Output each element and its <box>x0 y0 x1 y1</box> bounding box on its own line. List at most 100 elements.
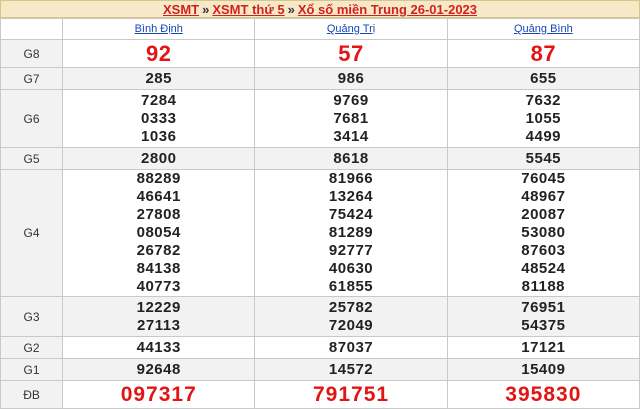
prize-row: G4 88289 46641 27808 08054 26782 84138 40773 819… <box>0 169 640 297</box>
prize-number: 81289 <box>328 224 374 241</box>
breadcrumb: XSMT» XSMT thứ 5» Xổ số miền Trung 26-01-2… <box>0 0 640 18</box>
prize-number: 1036 <box>141 127 177 145</box>
prize-number: 72049 <box>328 316 374 334</box>
prize-number: 986 <box>337 69 365 87</box>
prize-number: 08054 <box>136 224 181 241</box>
prize-cell: 17121 <box>446 336 640 359</box>
prize-cell: 44133 <box>62 336 256 359</box>
prize-number: 84138 <box>136 260 181 277</box>
province-link-quang-binh[interactable]: Quảng Bình <box>514 23 573 35</box>
prize-number: 92 <box>146 40 172 66</box>
province-link-quang-tri[interactable]: Quảng Trị <box>327 23 375 35</box>
prize-cell: 88289 46641 27808 08054 26782 84138 40773 <box>62 169 256 297</box>
prize-number: 81966 <box>328 170 374 187</box>
prize-cell: 8618 <box>254 147 448 170</box>
prize-cell: 57 <box>254 39 448 68</box>
prize-label: G4 <box>0 169 64 297</box>
prize-row: G7 285 986 655 <box>0 67 640 90</box>
results-table: Bình Định Quảng Trị Quảng Bình G8 92 57 87 G… <box>0 18 640 409</box>
prize-number: 53080 <box>521 224 566 241</box>
prize-table-body: G8 92 57 87 G7 285 986 655 G6 7284 0333 1036 9769 768… <box>0 39 640 409</box>
prize-number: 61855 <box>328 278 374 295</box>
breadcrumb-separator: » <box>287 2 295 17</box>
prize-number: 46641 <box>136 188 181 205</box>
prize-label: G3 <box>0 296 64 337</box>
prize-label: G1 <box>0 358 64 381</box>
prize-cell: 395830 <box>446 380 640 409</box>
prize-cell: 285 <box>62 67 256 90</box>
prize-row: G3 12229 27113 25782 72049 76951 54375 <box>0 296 640 337</box>
header-blank <box>0 18 64 40</box>
prize-row: G5 2800 8618 5545 <box>0 147 640 170</box>
prize-cell: 9769 7681 3414 <box>254 89 448 148</box>
breadcrumb-link-xsmt[interactable]: XSMT <box>163 2 199 17</box>
prize-number: 395830 <box>505 382 582 406</box>
prize-cell: 76045 48967 20087 53080 87603 48524 81188 <box>446 169 640 297</box>
breadcrumb-link-date[interactable]: Xổ số miền Trung 26-01-2023 <box>298 2 477 17</box>
prize-number: 76951 <box>521 298 566 316</box>
prize-number: 285 <box>145 69 172 87</box>
prize-cell: 92648 <box>62 358 256 381</box>
prize-cell: 2800 <box>62 147 256 170</box>
prize-number: 4499 <box>525 127 562 145</box>
province-header-row: Bình Định Quảng Trị Quảng Bình <box>0 18 640 40</box>
prize-cell: 87 <box>446 39 640 68</box>
prize-cell: 92 <box>62 39 256 68</box>
prize-label: G6 <box>0 89 64 148</box>
prize-row: G2 44133 87037 17121 <box>0 336 640 359</box>
prize-cell: 87037 <box>254 336 448 359</box>
prize-number: 097317 <box>120 382 197 406</box>
prize-number: 40630 <box>328 260 374 277</box>
prize-number: 13264 <box>328 188 374 205</box>
prize-number: 26782 <box>136 242 181 259</box>
prize-cell: 5545 <box>446 147 640 170</box>
prize-cell: 097317 <box>62 380 256 409</box>
breadcrumb-link-xsmt-thu-5[interactable]: XSMT thứ 5 <box>212 2 284 17</box>
prize-number: 54375 <box>521 316 566 334</box>
prize-cell: 7284 0333 1036 <box>62 89 256 148</box>
prize-number: 27808 <box>136 206 181 223</box>
prize-number: 7681 <box>333 109 369 127</box>
province-link-binh-dinh[interactable]: Bình Định <box>135 23 183 35</box>
prize-row: G8 92 57 87 <box>0 39 640 68</box>
prize-number: 27113 <box>137 316 181 334</box>
province-header-quang-binh: Quảng Bình <box>446 18 640 40</box>
prize-row: G6 7284 0333 1036 9769 7681 3414 7632 1055 4499 <box>0 89 640 148</box>
prize-cell: 15409 <box>446 358 640 381</box>
prize-number: 655 <box>530 69 557 87</box>
prize-number: 75424 <box>328 206 374 223</box>
prize-number: 5545 <box>525 149 562 167</box>
prize-label: G7 <box>0 67 64 90</box>
prize-number: 791751 <box>313 382 390 406</box>
prize-number: 3414 <box>333 127 369 145</box>
breadcrumb-separator: » <box>202 2 210 17</box>
prize-number: 40773 <box>136 278 181 295</box>
prize-number: 7284 <box>141 91 177 109</box>
prize-number: 92777 <box>328 242 374 259</box>
province-header-quang-tri: Quảng Trị <box>254 18 448 40</box>
prize-number: 15409 <box>521 360 566 378</box>
prize-number: 14572 <box>328 360 374 378</box>
prize-number: 7632 <box>525 91 562 109</box>
prize-number: 20087 <box>521 206 566 223</box>
prize-cell: 81966 13264 75424 81289 92777 40630 61855 <box>254 169 448 297</box>
prize-cell: 655 <box>446 67 640 90</box>
prize-label: G2 <box>0 336 64 359</box>
prize-cell: 12229 27113 <box>62 296 256 337</box>
prize-cell: 14572 <box>254 358 448 381</box>
prize-number: 2800 <box>141 149 177 167</box>
prize-row: ĐB 097317 791751 395830 <box>0 380 640 409</box>
prize-cell: 986 <box>254 67 448 90</box>
prize-number: 12229 <box>136 298 181 316</box>
prize-number: 44133 <box>136 338 181 356</box>
prize-label: G5 <box>0 147 64 170</box>
prize-number: 81188 <box>521 278 566 295</box>
prize-number: 0333 <box>141 109 177 127</box>
prize-cell: 791751 <box>254 380 448 409</box>
prize-number: 8618 <box>333 149 369 167</box>
prize-number: 9769 <box>333 91 369 109</box>
prize-number: 88289 <box>136 170 181 187</box>
prize-row: G1 92648 14572 15409 <box>0 358 640 381</box>
prize-number: 92648 <box>136 360 181 378</box>
prize-label: G8 <box>0 39 64 68</box>
